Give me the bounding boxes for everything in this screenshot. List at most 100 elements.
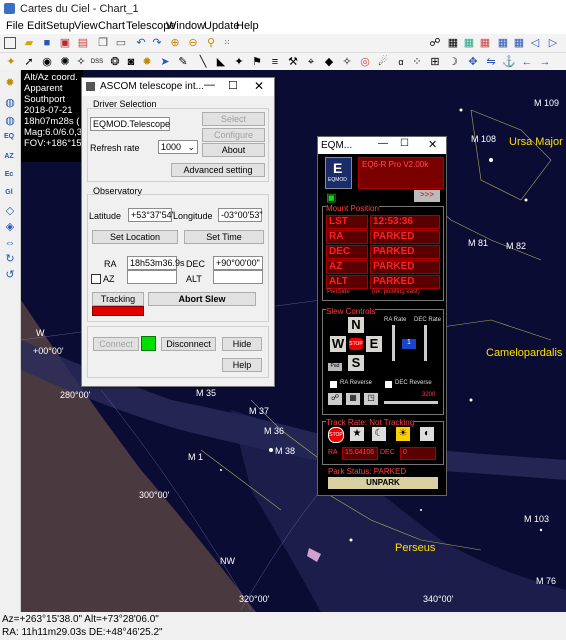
- menu-edit[interactable]: Edit: [27, 20, 46, 32]
- eq-icon[interactable]: EQ: [2, 130, 16, 144]
- tool-n-icon[interactable]: ☽: [446, 55, 460, 69]
- zoom-icon[interactable]: ⚲: [204, 36, 218, 50]
- ra-field[interactable]: 18h53m36.9s: [127, 256, 185, 270]
- dss-icon[interactable]: DSS: [90, 55, 104, 69]
- connect-button[interactable]: Connect: [93, 337, 139, 351]
- slew-speed-slider[interactable]: [384, 401, 438, 404]
- tracking-button[interactable]: Tracking: [92, 292, 144, 306]
- gps-icon[interactable]: ◳: [364, 393, 378, 405]
- zoom-out-icon[interactable]: ⊖: [186, 36, 200, 50]
- about-button[interactable]: About: [202, 143, 265, 157]
- scroll-right-icon[interactable]: ▷: [546, 36, 560, 50]
- move-icon[interactable]: ✥: [466, 55, 480, 69]
- hide-button[interactable]: Hide: [222, 337, 262, 351]
- minimize-icon[interactable]: —: [378, 138, 388, 149]
- dec-reverse-checkbox[interactable]: [385, 381, 392, 388]
- disconnect-button[interactable]: Disconnect: [161, 337, 216, 351]
- pad-button[interactable]: Pad: [328, 363, 342, 371]
- bulb-icon[interactable]: ✹: [140, 55, 154, 69]
- grid-icon[interactable]: ▦: [346, 393, 360, 405]
- copy-icon[interactable]: ❐: [96, 36, 110, 50]
- tool-c-icon[interactable]: ╲: [196, 55, 210, 69]
- star-map-icon[interactable]: ⁙: [220, 36, 234, 50]
- eq-grid-icon[interactable]: ▦: [496, 36, 510, 50]
- slew-stop-button[interactable]: STOP: [348, 336, 364, 352]
- diamond-icon[interactable]: ◇: [3, 204, 17, 218]
- custom-rate-icon[interactable]: ◐: [420, 427, 434, 441]
- scroll-left-icon[interactable]: ◁: [528, 36, 542, 50]
- comet-icon[interactable]: ☄: [376, 55, 390, 69]
- rate-preset-select[interactable]: 1: [402, 339, 416, 349]
- menu-chart[interactable]: Chart: [98, 20, 125, 32]
- maximize-icon[interactable]: ☐: [400, 138, 409, 149]
- solar-sun-icon[interactable]: ☀: [396, 427, 410, 441]
- az-checkbox[interactable]: [91, 274, 101, 284]
- tool-f-icon[interactable]: ⚑: [250, 55, 264, 69]
- menu-window[interactable]: Window: [166, 20, 205, 32]
- lunar-moon-icon[interactable]: ☾: [372, 427, 386, 441]
- cursor-icon[interactable]: ➚: [22, 55, 36, 69]
- variable-star-icon[interactable]: ✺: [58, 55, 72, 69]
- advanced-setting-button[interactable]: Advanced setting: [171, 163, 265, 177]
- target-icon[interactable]: ◎: [358, 55, 372, 69]
- arrow-right-icon[interactable]: →: [538, 55, 552, 69]
- undo-icon[interactable]: ↶: [134, 36, 148, 50]
- window-icon[interactable]: ▭: [114, 36, 128, 50]
- configure-button[interactable]: Configure: [202, 128, 265, 142]
- save-icon[interactable]: ■: [40, 36, 54, 50]
- tool-b-icon[interactable]: ✎: [176, 55, 190, 69]
- expand-button[interactable]: >>>: [414, 190, 440, 202]
- print-setup-icon[interactable]: ▤: [76, 36, 90, 50]
- az-icon[interactable]: AZ: [2, 150, 16, 164]
- slew-north-button[interactable]: N: [348, 317, 364, 333]
- slew-west-button[interactable]: W: [330, 336, 346, 352]
- track-ra-box[interactable]: 15.04106: [342, 447, 378, 460]
- minimize-icon[interactable]: —: [204, 79, 215, 91]
- help-button[interactable]: Help: [222, 358, 262, 372]
- driver-field[interactable]: EQMOD.Telescope: [90, 117, 170, 131]
- stop-track-icon[interactable]: STOP: [328, 427, 344, 443]
- abort-slew-button[interactable]: Abort Slew: [148, 292, 256, 306]
- tool-l-icon[interactable]: ⁘: [410, 55, 424, 69]
- grid2-icon[interactable]: ▦: [462, 36, 476, 50]
- arrow-left-icon[interactable]: ←: [520, 55, 534, 69]
- tool-g-icon[interactable]: ≡: [268, 55, 282, 69]
- track-dec-box[interactable]: 0: [400, 447, 436, 460]
- nebula-icon[interactable]: ❂: [108, 55, 122, 69]
- rotate-icon[interactable]: ↻: [3, 252, 17, 266]
- latitude-field[interactable]: +53°37'54": [128, 208, 175, 222]
- arrows-h-icon[interactable]: ⇔: [3, 236, 17, 250]
- ra-rate-slider[interactable]: [392, 325, 395, 361]
- tool-m-icon[interactable]: ⊞: [428, 55, 442, 69]
- alt-field[interactable]: [213, 270, 263, 284]
- new-chart-icon[interactable]: [4, 37, 16, 49]
- tool-k-icon[interactable]: ✧: [340, 55, 354, 69]
- close-icon[interactable]: ✕: [254, 79, 264, 93]
- menu-help[interactable]: Help: [236, 20, 259, 32]
- measure-icon[interactable]: ◉: [40, 55, 54, 69]
- set-time-button[interactable]: Set Time: [184, 230, 264, 244]
- star-icon[interactable]: ✦: [4, 55, 18, 69]
- tool-a-icon[interactable]: ➤: [158, 55, 172, 69]
- menu-view[interactable]: View: [74, 20, 98, 32]
- grid-icon[interactable]: ▦: [446, 36, 460, 50]
- dec-field[interactable]: +90°00'00": [213, 256, 263, 270]
- longitude-field[interactable]: -03°00'53": [218, 208, 263, 222]
- unpark-button[interactable]: UNPARK: [328, 477, 438, 489]
- slew-south-button[interactable]: S: [348, 355, 364, 371]
- double-star-icon[interactable]: ✧: [74, 55, 88, 69]
- tool-j-icon[interactable]: ◆: [322, 55, 336, 69]
- binoculars-icon[interactable]: ☍: [428, 36, 442, 50]
- slew-east-button[interactable]: E: [366, 336, 382, 352]
- horizon-icon[interactable]: ▦: [478, 36, 492, 50]
- folder-add-icon[interactable]: ▣: [326, 191, 336, 204]
- ra-reverse-checkbox[interactable]: [330, 381, 337, 388]
- alt-grid-icon[interactable]: ▦: [512, 36, 526, 50]
- menu-update[interactable]: Update: [204, 20, 239, 32]
- set-location-button[interactable]: Set Location: [92, 230, 178, 244]
- rotate-back-icon[interactable]: ↺: [3, 268, 17, 282]
- binoculars-icon[interactable]: ☍: [328, 393, 342, 405]
- anchor-icon[interactable]: ⚓: [502, 55, 516, 69]
- alpha-icon[interactable]: α: [394, 55, 408, 69]
- dec-rate-slider[interactable]: [424, 325, 427, 361]
